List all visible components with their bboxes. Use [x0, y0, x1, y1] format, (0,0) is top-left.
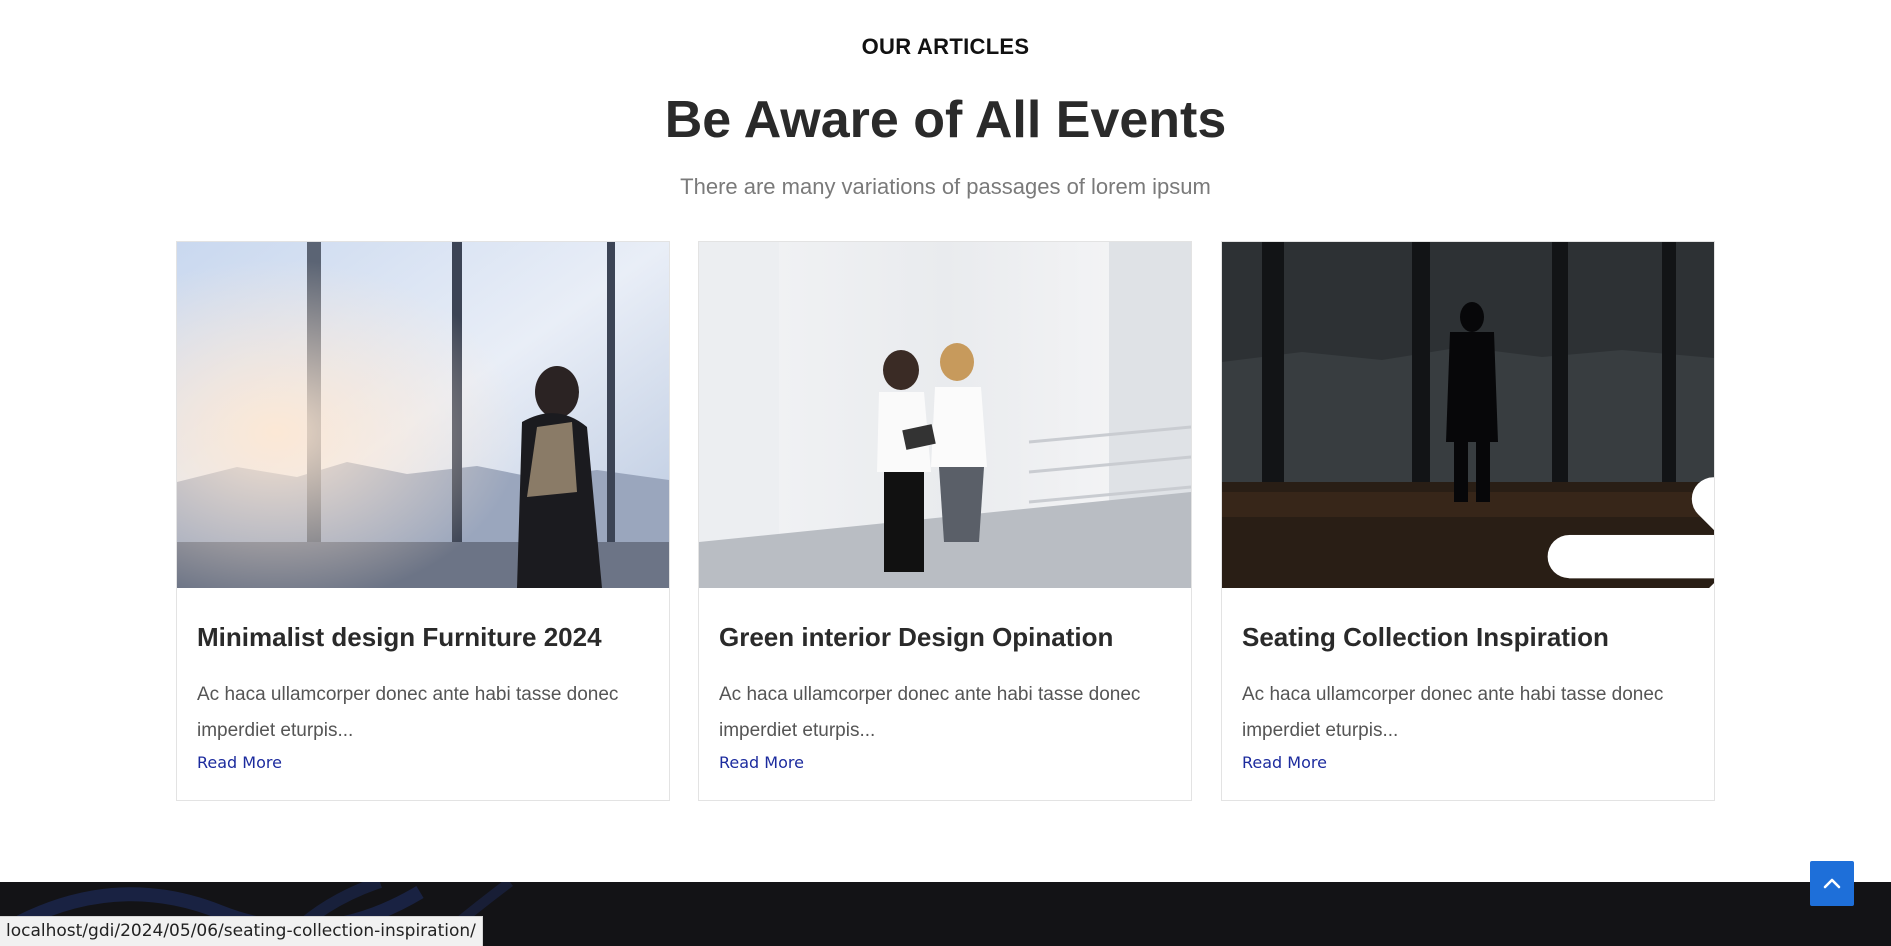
arrow-right-icon[interactable]	[1453, 398, 1714, 588]
article-card[interactable]: Green interior Design Opination Ac haca …	[698, 241, 1192, 801]
article-image[interactable]	[699, 242, 1191, 588]
read-more-link[interactable]: Read More	[197, 753, 282, 772]
section-title: Be Aware of All Events	[664, 91, 1227, 149]
article-title[interactable]: Minimalist design Furniture 2024	[197, 622, 657, 653]
article-excerpt: Ac haca ullamcorper donec ante habi tass…	[719, 684, 1141, 741]
section-eyebrow: OUR ARTICLES	[861, 34, 1030, 59]
two-women-walking-photo	[699, 242, 1191, 588]
article-image[interactable]	[177, 242, 669, 588]
read-more-link[interactable]: Read More	[1242, 753, 1327, 772]
read-more-link[interactable]: Read More	[719, 753, 804, 772]
articles-grid: Minimalist design Furniture 2024 Ac haca…	[176, 241, 1715, 801]
status-bar-url: localhost/gdi/2024/05/06/seating-collect…	[0, 916, 483, 946]
article-title[interactable]: Seating Collection Inspiration	[1242, 622, 1702, 653]
section-subtitle: There are many variations of passages of…	[680, 174, 1211, 199]
scroll-to-top-button[interactable]	[1810, 861, 1854, 906]
chevron-up-icon	[1823, 878, 1841, 888]
article-excerpt: Ac haca ullamcorper donec ante habi tass…	[1242, 684, 1664, 741]
article-card[interactable]: Minimalist design Furniture 2024 Ac haca…	[176, 241, 670, 801]
article-excerpt: Ac haca ullamcorper donec ante habi tass…	[197, 684, 619, 741]
article-image[interactable]	[1222, 242, 1714, 588]
article-title[interactable]: Green interior Design Opination	[719, 622, 1179, 653]
woman-at-window-photo	[177, 242, 669, 588]
article-card[interactable]: Seating Collection Inspiration Ac haca u…	[1221, 241, 1715, 801]
